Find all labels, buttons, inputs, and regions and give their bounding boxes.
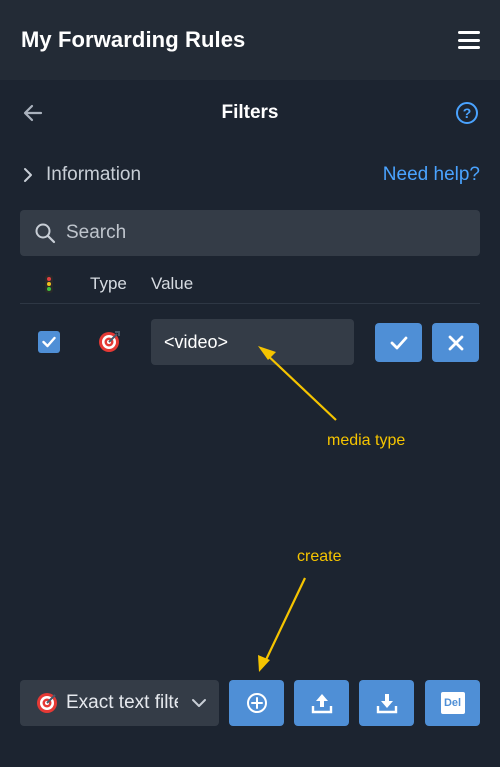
page-header: Filters ? <box>0 92 500 134</box>
checkmark-icon <box>42 336 56 348</box>
target-icon <box>37 693 57 713</box>
help-icon[interactable]: ? <box>456 102 478 124</box>
delete-icon: Del <box>440 692 465 714</box>
checkmark-icon <box>390 336 407 349</box>
annotation-media-type: media type <box>327 432 406 449</box>
close-icon <box>448 335 463 350</box>
back-arrow-icon[interactable] <box>22 102 44 124</box>
enabled-checkbox[interactable] <box>38 331 60 353</box>
search-icon <box>35 223 56 244</box>
download-icon <box>376 694 397 714</box>
column-header-value: Value <box>151 274 194 293</box>
upload-icon <box>311 694 332 714</box>
need-help-link[interactable]: Need help? <box>383 164 480 186</box>
table-header: Type Value <box>20 268 480 304</box>
bottom-toolbar: Exact text filter Del <box>20 680 480 726</box>
plus-circle-icon <box>246 693 267 713</box>
filter-value-input[interactable] <box>151 319 354 365</box>
chevron-down-icon <box>192 699 206 707</box>
column-header-type: Type <box>90 274 127 293</box>
upload-button[interactable] <box>294 680 349 726</box>
filter-type-select[interactable]: Exact text filter <box>20 680 219 726</box>
app-title: My Forwarding Rules <box>21 27 246 52</box>
app-header: My Forwarding Rules <box>0 0 500 80</box>
hamburger-menu-icon[interactable] <box>458 31 480 49</box>
create-arrow <box>258 577 306 672</box>
download-button[interactable] <box>359 680 414 726</box>
delete-all-button[interactable]: Del <box>425 680 480 726</box>
target-icon <box>99 331 120 352</box>
cancel-button[interactable] <box>432 323 479 362</box>
information-label: Information <box>46 164 142 185</box>
table-row <box>20 318 480 366</box>
confirm-button[interactable] <box>375 323 422 362</box>
page-title: Filters <box>221 102 279 123</box>
information-toggle[interactable]: Information <box>22 164 141 186</box>
traffic-light-icon <box>45 275 53 293</box>
information-row: Information Need help? <box>22 160 480 190</box>
annotation-create: create <box>297 548 342 565</box>
add-filter-button[interactable] <box>229 680 284 726</box>
filter-type-label: Exact text filter <box>66 692 178 713</box>
chevron-right-icon <box>24 168 32 182</box>
search-input[interactable] <box>66 222 446 244</box>
search-box <box>20 210 480 256</box>
